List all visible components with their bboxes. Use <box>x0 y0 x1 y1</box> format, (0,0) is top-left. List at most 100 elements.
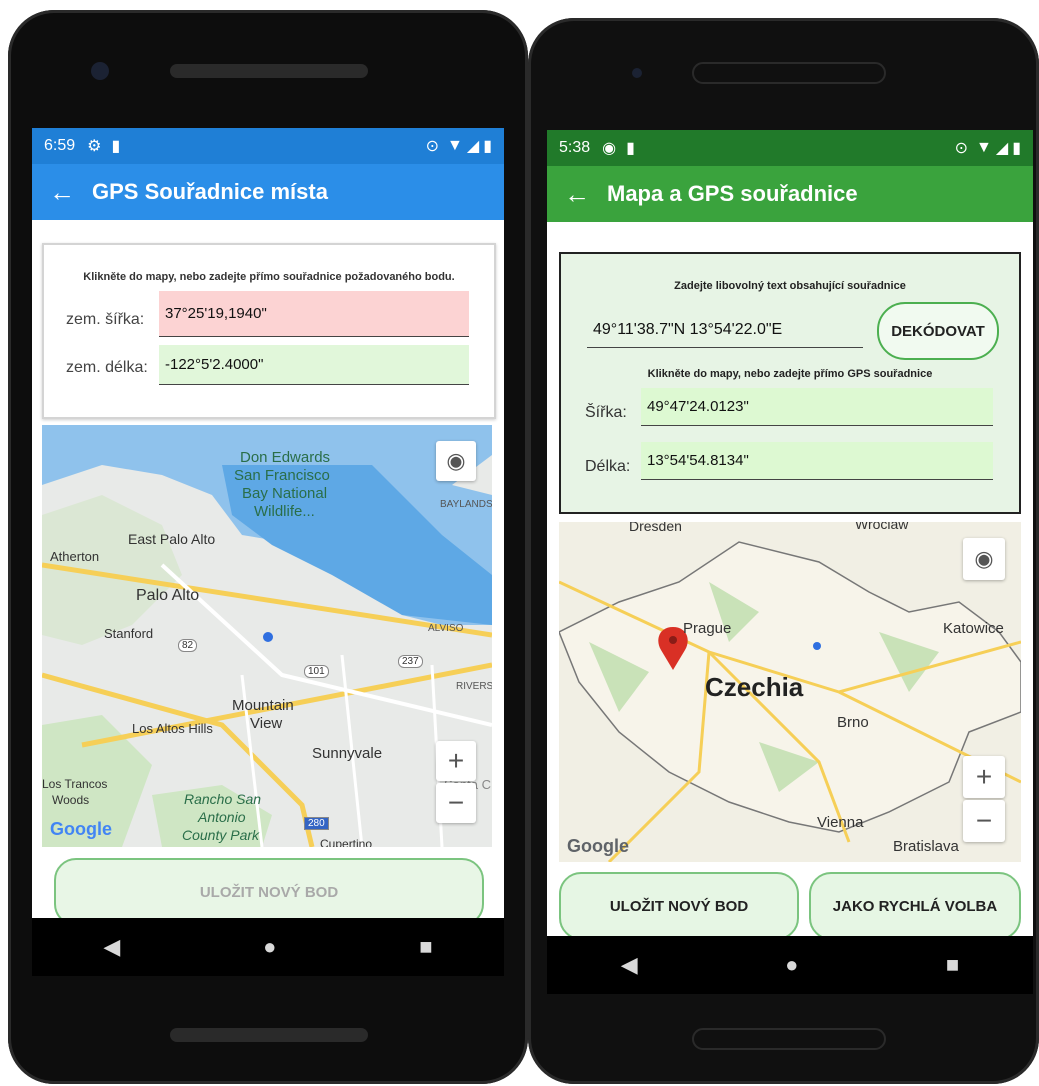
coordinates-text-input[interactable]: 49°11'38.7"N 13°54'22.0"E <box>587 312 863 348</box>
map-label: Brno <box>837 714 869 731</box>
recents-nav-icon[interactable]: ■ <box>419 934 432 960</box>
map-label: Atherton <box>50 549 100 564</box>
map-label: Sunnyvale <box>312 745 383 762</box>
back-nav-icon[interactable]: ◀ <box>103 934 120 960</box>
map-label: Cupertino <box>320 837 373 847</box>
page-title: Mapa a GPS souřadnice <box>607 181 858 206</box>
text-instruction: Zadejte libovolný text obsahující souřad… <box>674 280 906 292</box>
map-label: ALVISO <box>428 623 464 634</box>
arrow-left-icon[interactable]: ← <box>32 177 92 208</box>
speaker-grille-bottom <box>692 1028 886 1050</box>
wifi-icon: ▼ <box>447 137 463 154</box>
map-label: Woods <box>52 793 90 807</box>
status-time: 6:59 <box>44 137 76 154</box>
zoom-in-button[interactable]: + <box>436 741 476 781</box>
wifi-icon: ▼ <box>976 139 992 156</box>
page-title: GPS Souřadnice místa <box>92 179 328 204</box>
map-view[interactable]: Dresden Wroclaw Prague Katowice Czechia … <box>559 522 1021 862</box>
map-label: RIVERS <box>456 681 492 692</box>
map-label: Vienna <box>817 814 864 831</box>
phone-frame-left: 6:59 ⚙ ▮ ⊙ ▼ ◢ ▮ ← GPS Souřadnice místa … <box>8 10 528 1084</box>
map-label: East Palo Alto <box>128 531 216 547</box>
quick-choice-button[interactable]: JAKO RYCHLÁ VOLBA <box>809 872 1021 936</box>
road-shield: 280 <box>304 817 329 830</box>
camera-icon <box>632 68 642 78</box>
map-label: Los Altos Hills <box>132 721 213 736</box>
phone-frame-right: 5:38 ◉ ▮ ⊙ ▼ ◢ ▮ ← Mapa a GPS souřadnice… <box>528 18 1039 1084</box>
location-icon: ⊙ <box>425 138 440 155</box>
road-shield: 82 <box>178 639 198 652</box>
latitude-input[interactable]: 37°25'19,1940" <box>159 291 469 337</box>
navigation-bar: ◀ ● ■ <box>32 918 504 976</box>
latitude-label: zem. šířka: <box>66 311 145 328</box>
map-label: Wroclaw <box>855 522 909 532</box>
road-shield: 101 <box>304 665 329 678</box>
decode-button[interactable]: DEKÓDOVAT <box>877 302 999 360</box>
map-label: Prague <box>683 620 732 637</box>
screen-right: 5:38 ◉ ▮ ⊙ ▼ ◢ ▮ ← Mapa a GPS souřadnice… <box>547 130 1033 936</box>
map-label: Los Trancos <box>42 777 108 791</box>
instruction-text: Klikněte do mapy, nebo zadejte přímo GPS… <box>647 368 933 380</box>
back-nav-icon[interactable]: ◀ <box>621 952 638 978</box>
signal-icon: ◢ <box>995 140 1009 157</box>
save-new-point-button[interactable]: ULOŽIT NOVÝ BOD <box>559 872 799 936</box>
google-logo: Google <box>567 836 629 856</box>
longitude-input[interactable]: 13°54'54.8134" <box>641 442 993 480</box>
status-bar: 6:59 ⚙ ▮ ⊙ ▼ ◢ ▮ <box>32 128 504 164</box>
arrow-left-icon[interactable]: ← <box>547 179 607 210</box>
my-location-button[interactable]: ◉ <box>963 538 1005 580</box>
app-bar: ← Mapa a GPS souřadnice <box>547 166 1033 222</box>
camera-icon <box>91 62 109 80</box>
instruction-text: Klikněte do mapy, nebo zadejte přímo sou… <box>83 271 455 283</box>
zoom-in-button[interactable]: + <box>963 756 1005 798</box>
app-notification-icon: ◉ <box>602 140 617 157</box>
location-icon: ⊙ <box>954 140 969 157</box>
settings-icon: ⚙ <box>87 138 102 155</box>
latitude-input[interactable]: 49°47'24.0123" <box>641 388 993 426</box>
map-label: Bratislava <box>893 838 959 855</box>
road-shield: 237 <box>398 655 423 668</box>
map-view[interactable]: Don Edwards San Francisco Bay National W… <box>42 425 492 847</box>
home-nav-icon[interactable]: ● <box>785 952 798 978</box>
latitude-label: Šířka: <box>585 404 627 421</box>
zoom-out-button[interactable]: − <box>436 783 476 823</box>
map-label: Wildlife... <box>254 503 315 520</box>
map-label: Stanford <box>104 626 154 641</box>
speaker-grille <box>692 62 886 84</box>
map-label: County Park <box>182 827 260 843</box>
coordinates-card: Klikněte do mapy, nebo zadejte přímo sou… <box>42 243 496 419</box>
map-label: View <box>250 715 283 732</box>
map-label: Don Edwards <box>240 449 331 466</box>
screen-left: 6:59 ⚙ ▮ ⊙ ▼ ◢ ▮ ← GPS Souřadnice místa … <box>32 128 504 918</box>
battery-icon: ▮ <box>1012 140 1021 157</box>
map-label: San Francisco <box>234 467 330 484</box>
battery-icon: ▮ <box>483 138 492 155</box>
home-nav-icon[interactable]: ● <box>263 934 276 960</box>
status-bar: 5:38 ◉ ▮ ⊙ ▼ ◢ ▮ <box>547 130 1033 166</box>
speaker-grille-bottom <box>170 1028 368 1042</box>
navigation-bar: ◀ ● ■ <box>547 936 1033 994</box>
longitude-input[interactable]: -122°5'2.4000" <box>159 345 469 385</box>
my-location-button[interactable]: ◉ <box>436 441 476 481</box>
longitude-label: zem. délka: <box>66 359 148 376</box>
map-label: Katowice <box>943 620 1004 637</box>
zoom-out-button[interactable]: − <box>963 800 1005 842</box>
sd-card-icon: ▮ <box>111 138 121 155</box>
map-label: Dresden <box>629 522 682 534</box>
signal-icon: ◢ <box>466 138 480 155</box>
map-label: Mountain <box>232 697 294 714</box>
google-logo: Google <box>50 819 112 839</box>
map-label: Bay National <box>242 485 328 502</box>
map-label: Czechia <box>705 672 804 702</box>
recents-nav-icon[interactable]: ■ <box>946 952 959 978</box>
map-label: Rancho San <box>184 791 262 807</box>
map-label: Antonio <box>198 809 246 825</box>
status-time: 5:38 <box>559 139 591 156</box>
coordinates-card: Zadejte libovolný text obsahující souřad… <box>559 252 1021 514</box>
app-bar: ← GPS Souřadnice místa <box>32 164 504 220</box>
longitude-label: Délka: <box>585 458 631 475</box>
sd-card-icon: ▮ <box>626 140 635 157</box>
map-label: Palo Alto <box>136 587 200 604</box>
speaker-grille <box>170 64 368 78</box>
save-new-point-button[interactable]: ULOŽIT NOVÝ BOD <box>54 858 484 918</box>
